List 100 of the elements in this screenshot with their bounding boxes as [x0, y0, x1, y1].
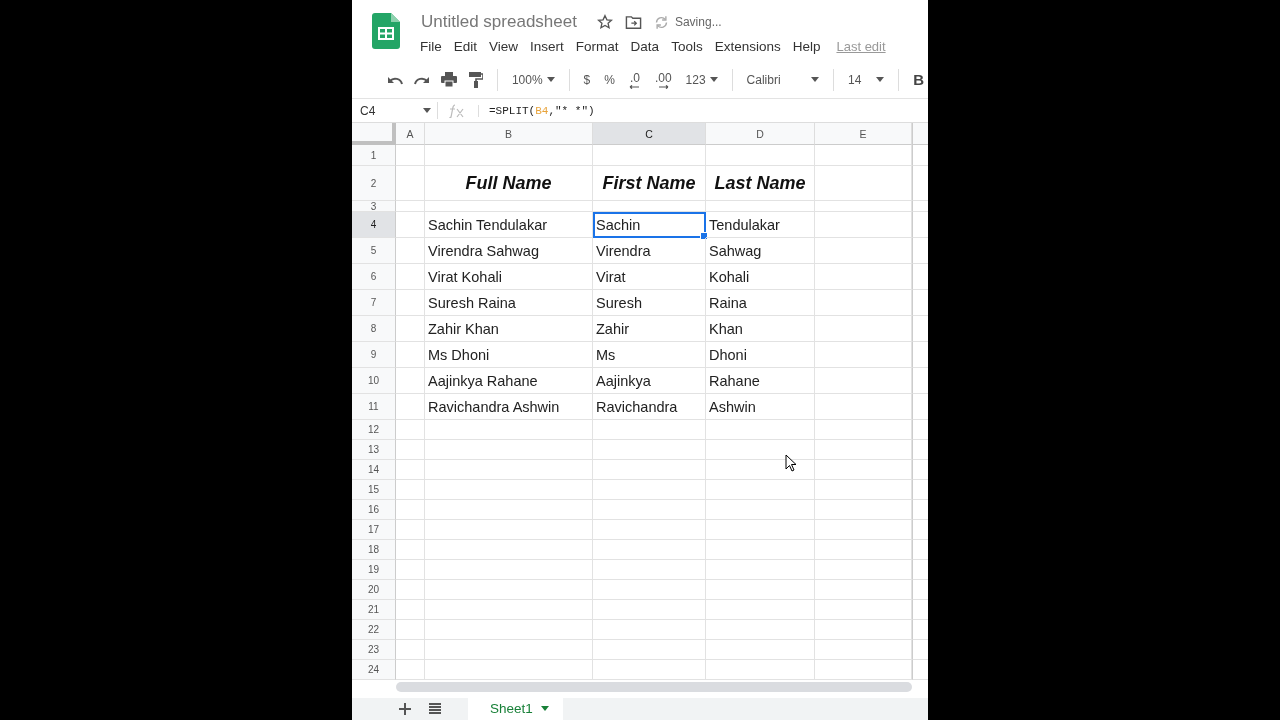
table-cell[interactable]: [396, 145, 425, 167]
table-cell[interactable]: [593, 201, 706, 213]
table-cell[interactable]: [593, 520, 706, 541]
row-header[interactable]: 22: [352, 620, 396, 641]
table-cell[interactable]: [706, 580, 815, 601]
table-cell[interactable]: [593, 145, 706, 167]
table-cell[interactable]: Ravichandra: [593, 394, 706, 421]
table-cell[interactable]: [912, 520, 928, 541]
table-cell[interactable]: [706, 560, 815, 581]
column-header[interactable]: E: [815, 123, 912, 146]
table-cell[interactable]: [593, 500, 706, 521]
table-cell[interactable]: [912, 660, 928, 681]
table-cell[interactable]: [396, 290, 425, 317]
more-formats-button[interactable]: 123: [681, 70, 722, 89]
table-cell[interactable]: [396, 264, 425, 291]
table-cell[interactable]: [425, 480, 593, 501]
sheets-logo[interactable]: [372, 13, 400, 49]
table-cell[interactable]: [912, 500, 928, 521]
table-cell[interactable]: [425, 660, 593, 681]
table-cell[interactable]: [396, 460, 425, 481]
menu-item[interactable]: File: [414, 37, 448, 56]
row-header[interactable]: 11: [352, 394, 396, 421]
table-cell[interactable]: [706, 480, 815, 501]
table-cell[interactable]: [912, 145, 928, 167]
table-cell[interactable]: [396, 440, 425, 461]
font-dropdown[interactable]: Calibri: [742, 70, 824, 89]
table-cell[interactable]: [396, 580, 425, 601]
table-cell[interactable]: [912, 212, 928, 239]
table-cell[interactable]: [425, 580, 593, 601]
row-header[interactable]: 20: [352, 580, 396, 601]
row-header[interactable]: 12: [352, 420, 396, 441]
table-cell[interactable]: [396, 316, 425, 343]
table-cell[interactable]: [396, 166, 425, 202]
row-header[interactable]: 17: [352, 520, 396, 541]
decrease-decimal-button[interactable]: .0: [624, 68, 645, 91]
row-header[interactable]: 18: [352, 540, 396, 561]
table-cell[interactable]: [912, 540, 928, 561]
menu-item[interactable]: Extensions: [708, 37, 787, 56]
table-cell[interactable]: Ravichandra Ashwin: [425, 394, 593, 421]
name-box[interactable]: C4: [352, 102, 438, 120]
table-cell[interactable]: [593, 460, 706, 481]
menu-item[interactable]: Tools: [665, 37, 709, 56]
table-cell[interactable]: Sahwag: [706, 238, 815, 265]
table-cell[interactable]: Rahane: [706, 368, 815, 395]
row-header[interactable]: 13: [352, 440, 396, 461]
row-header[interactable]: 24: [352, 660, 396, 681]
selected-cell[interactable]: Sachin: [593, 212, 706, 239]
increase-decimal-button[interactable]: .00: [650, 68, 676, 91]
table-cell[interactable]: Tendulakar: [706, 212, 815, 239]
table-cell[interactable]: [912, 460, 928, 481]
menu-item[interactable]: View: [483, 37, 525, 56]
table-cell[interactable]: [425, 460, 593, 481]
row-header[interactable]: 3: [352, 201, 396, 213]
table-cell[interactable]: [706, 420, 815, 441]
row-header[interactable]: 7: [352, 290, 396, 317]
table-cell[interactable]: [396, 560, 425, 581]
table-cell[interactable]: [396, 368, 425, 395]
menu-item[interactable]: Data: [624, 37, 666, 56]
row-header[interactable]: 15: [352, 480, 396, 501]
table-cell[interactable]: [912, 290, 928, 317]
row-header[interactable]: 19: [352, 560, 396, 581]
table-cell[interactable]: Virendra: [593, 238, 706, 265]
table-cell[interactable]: Aajinkya: [593, 368, 706, 395]
table-cell[interactable]: [396, 520, 425, 541]
table-cell[interactable]: [912, 166, 928, 202]
table-cell[interactable]: [396, 394, 425, 421]
table-cell[interactable]: [396, 660, 425, 681]
table-cell[interactable]: [593, 420, 706, 441]
table-cell[interactable]: [706, 540, 815, 561]
row-header[interactable]: 5: [352, 238, 396, 265]
table-cell[interactable]: [425, 540, 593, 561]
table-cell[interactable]: Virendra Sahwag: [425, 238, 593, 265]
table-cell[interactable]: Khan: [706, 316, 815, 343]
format-button[interactable]: %: [600, 70, 619, 89]
row-header[interactable]: 8: [352, 316, 396, 343]
table-cell[interactable]: Raina: [706, 290, 815, 317]
table-cell[interactable]: [706, 600, 815, 621]
row-header[interactable]: 21: [352, 600, 396, 621]
table-cell[interactable]: [396, 212, 425, 239]
format-button[interactable]: $: [579, 70, 595, 89]
table-cell[interactable]: [396, 640, 425, 661]
table-cell[interactable]: [912, 600, 928, 621]
font-size-dropdown[interactable]: 14: [844, 70, 889, 89]
column-header[interactable]: D: [706, 123, 815, 146]
table-cell[interactable]: [425, 500, 593, 521]
table-cell[interactable]: Kohali: [706, 264, 815, 291]
select-all-corner[interactable]: [352, 123, 396, 146]
row-header[interactable]: 1: [352, 145, 396, 167]
table-cell[interactable]: Dhoni: [706, 342, 815, 369]
horizontal-scrollbar[interactable]: [396, 682, 912, 692]
document-title[interactable]: Untitled spreadsheet: [421, 12, 577, 32]
table-cell[interactable]: [912, 560, 928, 581]
table-cell[interactable]: [396, 420, 425, 441]
table-cell[interactable]: [912, 580, 928, 601]
table-cell[interactable]: [396, 540, 425, 561]
row-header[interactable]: 9: [352, 342, 396, 369]
table-cell[interactable]: [706, 201, 815, 213]
table-cell[interactable]: [912, 264, 928, 291]
table-cell[interactable]: Suresh: [593, 290, 706, 317]
table-cell[interactable]: Sachin Tendulakar: [425, 212, 593, 239]
